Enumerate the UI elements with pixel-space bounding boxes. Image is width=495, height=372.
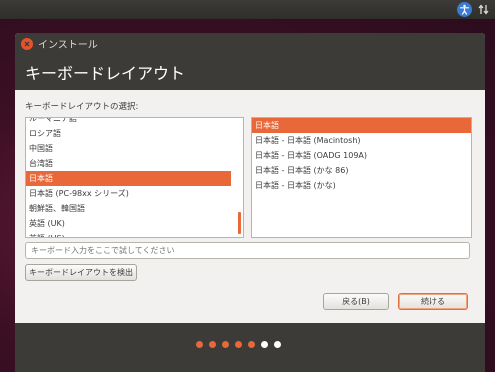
- list-item[interactable]: 英語 (US): [26, 231, 232, 237]
- list-item[interactable]: 日本語 - 日本語 (かな 86): [252, 163, 471, 178]
- detect-layout-button[interactable]: キーボードレイアウトを検出: [25, 264, 137, 281]
- top-panel: [0, 0, 495, 19]
- progress-dot: [235, 341, 242, 348]
- progress-dot: [222, 341, 229, 348]
- list-item[interactable]: 台湾語: [26, 156, 232, 171]
- progress-dot: [248, 341, 255, 348]
- list-item[interactable]: ルーマニア語: [26, 118, 232, 126]
- progress-footer: [15, 323, 485, 372]
- list-item[interactable]: 朝鮮語、韓国語: [26, 201, 232, 216]
- progress-dot: [261, 341, 268, 348]
- installer-window: インストール キーボードレイアウト キーボードレイアウトの選択: ルーマニア語ロ…: [15, 33, 485, 372]
- list-item[interactable]: 英語 (UK): [26, 216, 232, 231]
- list-item[interactable]: ロシア語: [26, 126, 232, 141]
- list-item[interactable]: 日本語 - 日本語 (Macintosh): [252, 133, 471, 148]
- progress-dot: [274, 341, 281, 348]
- window-title: インストール: [38, 40, 98, 51]
- layout-list-scrollbar[interactable]: [231, 118, 243, 237]
- network-icon[interactable]: [476, 2, 491, 17]
- progress-dot: [196, 341, 203, 348]
- scrollbar-thumb[interactable]: [238, 212, 241, 234]
- list-item[interactable]: 日本語: [26, 171, 232, 186]
- list-item[interactable]: 日本語: [252, 118, 471, 133]
- variant-list-items: 日本語 日本語 - 日本語 (Macintosh) 日本語 - 日本語 (OADG …: [252, 118, 471, 193]
- back-button[interactable]: 戻る(B): [323, 293, 389, 310]
- list-item[interactable]: 日本語 - 日本語 (かな): [252, 178, 471, 193]
- progress-dots: [196, 341, 281, 349]
- continue-button[interactable]: 続ける: [398, 293, 468, 310]
- variant-list[interactable]: 日本語 日本語 - 日本語 (Macintosh) 日本語 - 日本語 (OADG …: [251, 117, 472, 238]
- keyboard-test-input[interactable]: [25, 242, 470, 259]
- layout-list-items: ルーマニア語 ロシア語 中国語 台湾語 日本語 日本語 (PC-98xx シリーズ) 朝鮮語…: [26, 118, 232, 237]
- list-item[interactable]: 日本語 - 日本語 (OADG 109A): [252, 148, 471, 163]
- window-header: インストール キーボードレイアウト: [15, 33, 485, 90]
- close-icon[interactable]: [21, 38, 33, 50]
- list-item[interactable]: 中国語: [26, 141, 232, 156]
- page-title: キーボードレイアウト: [25, 64, 186, 83]
- list-item[interactable]: 日本語 (PC-98xx シリーズ): [26, 186, 232, 201]
- layout-list[interactable]: ルーマニア語 ロシア語 中国語 台湾語 日本語 日本語 (PC-98xx シリーズ) 朝鮮語…: [25, 117, 244, 238]
- layout-list-label: キーボードレイアウトの選択:: [25, 102, 139, 112]
- accessibility-icon[interactable]: [457, 2, 472, 17]
- progress-dot: [209, 341, 216, 348]
